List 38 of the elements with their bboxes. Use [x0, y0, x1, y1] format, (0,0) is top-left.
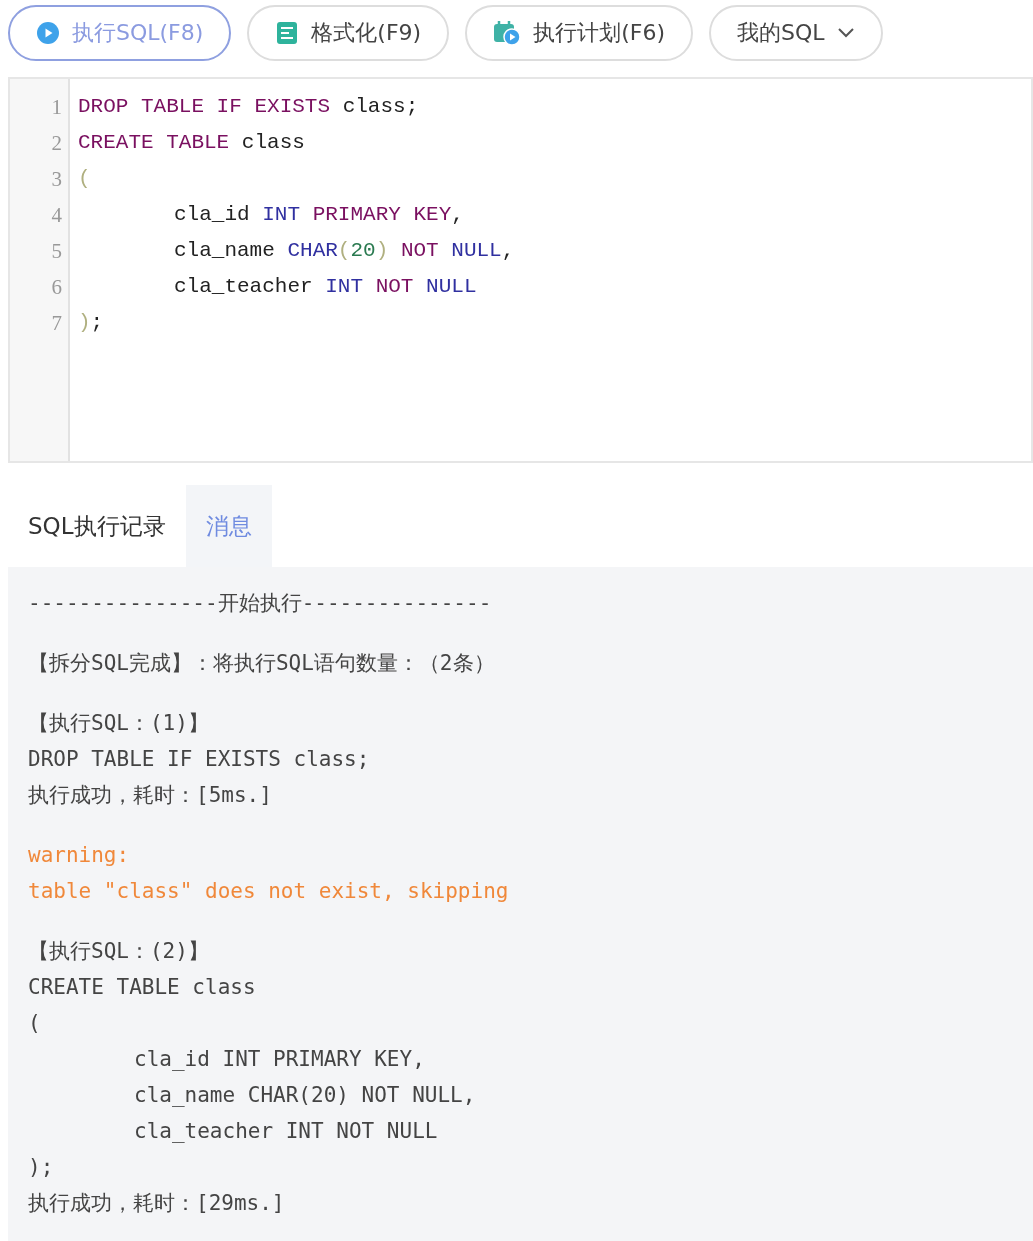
- warning-line: warning:: [28, 842, 131, 869]
- toolbar-button[interactable]: 执行计划(F6): [465, 5, 693, 61]
- message-line: cla_teacher INT NOT NULL: [133, 1118, 439, 1145]
- code-line: CREATE TABLE class: [78, 130, 306, 156]
- message-line: CREATE TABLE class: [28, 974, 257, 1001]
- play-icon: [36, 21, 60, 45]
- code-line: (: [78, 166, 92, 192]
- code-line: );: [78, 310, 105, 336]
- message-line: 【执行SQL：(1)】: [28, 710, 210, 737]
- message-line: DROP TABLE IF EXISTS class;: [28, 746, 371, 773]
- message-line: cla_name CHAR(20) NOT NULL,: [133, 1082, 477, 1109]
- code-editor[interactable]: 1 2 3 4 5 6 7 DROP TABLE IF EXISTS class; CREATE TABLE class ( cla_id INT PRIMARY KEY, cla_name CHAR(20) NOT NULL, cla_teacher INT NOT NULL );: [8, 77, 1033, 463]
- code-line: cla_name CHAR(20) NOT NULL,: [173, 238, 515, 264]
- message-line: );: [28, 1154, 55, 1181]
- code-line: DROP TABLE IF EXISTS class;: [78, 94, 420, 120]
- line-number: 7: [50, 310, 63, 337]
- document-icon: [275, 21, 300, 45]
- tab[interactable]: SQL执行记录: [8, 485, 186, 567]
- chevron-down-icon: [836, 27, 855, 39]
- line-number: 6: [50, 274, 63, 301]
- code-line: cla_id INT PRIMARY KEY,: [173, 202, 465, 228]
- message-line: ---------------开始执行---------------: [28, 590, 493, 617]
- message-line: 执行成功，耗时：[29ms.]: [28, 1190, 286, 1217]
- line-number: 5: [50, 238, 63, 265]
- warning-line: table "class" does not exist, skipping: [28, 878, 510, 905]
- line-number: 4: [50, 202, 63, 229]
- line-number: 1: [50, 94, 63, 121]
- message-line: 执行成功，耗时：[5ms.]: [28, 782, 273, 809]
- message-line: (: [28, 1010, 42, 1037]
- code-line: cla_teacher INT NOT NULL: [173, 274, 478, 300]
- toolbar-button[interactable]: 格式化(F9): [247, 5, 450, 61]
- dropdown-button[interactable]: 我的SQL: [709, 5, 883, 61]
- line-number: 2: [50, 130, 63, 157]
- message-line: cla_id INT PRIMARY KEY,: [133, 1046, 426, 1073]
- line-number: 3: [50, 166, 63, 193]
- message-line: 【拆分SQL完成】：将执行SQL语句数量：（2条）: [28, 650, 496, 677]
- calendar-icon: [493, 20, 522, 46]
- message-line: 【执行SQL：(2)】: [28, 938, 210, 965]
